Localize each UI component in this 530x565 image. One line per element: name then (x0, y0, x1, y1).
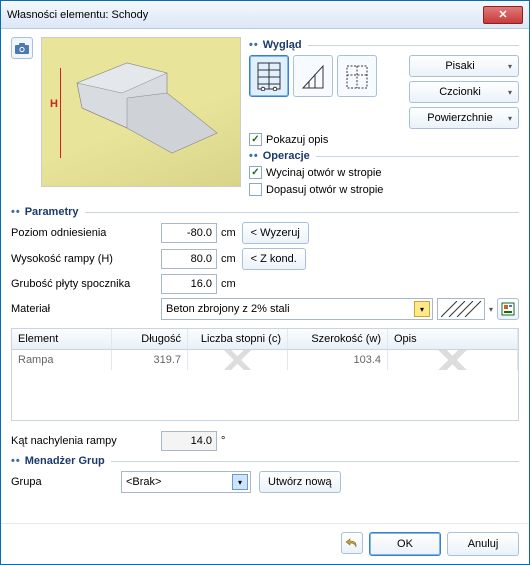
window-title: Własności elementu: Schody (7, 9, 483, 21)
fit-opening-checkbox[interactable] (249, 183, 262, 196)
view-mode-3[interactable] (337, 55, 377, 97)
slab-thk-input[interactable] (161, 274, 217, 294)
height-indicator (60, 68, 61, 158)
table-row[interactable]: Rampa 319.7 103.4 (12, 350, 518, 370)
ref-level-input[interactable] (161, 223, 217, 243)
group-select[interactable]: <Brak> ▾ (121, 471, 251, 493)
dialog-footer: OK Anuluj (1, 523, 529, 564)
ref-level-unit: cm (221, 227, 236, 239)
properties-icon (501, 302, 515, 316)
undo-icon (345, 537, 359, 549)
params-section-title: Parametry (25, 206, 79, 218)
material-select[interactable]: Beton zbrojony z 2% stali ▾ (161, 298, 433, 320)
view-mode-2[interactable] (293, 55, 333, 97)
table-header: Element Długość Liczba stopni (c) Szerok… (12, 329, 518, 350)
group-label: Grupa (11, 476, 121, 488)
angle-label: Kąt nachylenia rampy (11, 435, 161, 447)
groups-section-title: Menadżer Grup (25, 455, 105, 467)
slab-thk-label: Grubość płyty spocznika (11, 278, 161, 290)
cut-opening-checkbox[interactable] (249, 166, 262, 179)
dialog-window: Własności elementu: Schody ✕ H •• (0, 0, 530, 565)
camera-button[interactable] (11, 37, 33, 59)
cut-opening-label: Wycinaj otwór w stropie (266, 167, 381, 179)
material-props-button[interactable] (497, 298, 519, 320)
ops-section-title: Operacje (263, 150, 310, 162)
chevron-down-icon[interactable]: ▾ (414, 301, 430, 317)
show-desc-label: Pokazuj opis (266, 134, 328, 146)
surfaces-button[interactable]: Powierzchnie (409, 107, 519, 129)
angle-input (161, 431, 217, 451)
look-section-title: Wygląd (263, 39, 302, 51)
ramp-h-label: Wysokość rampy (H) (11, 253, 161, 265)
kond-button[interactable]: < Z kond. (242, 248, 306, 270)
ok-button[interactable]: OK (369, 532, 441, 556)
elements-table: Element Długość Liczba stopni (c) Szerok… (11, 328, 519, 421)
pens-button[interactable]: Pisaki (409, 55, 519, 77)
material-label: Materiał (11, 303, 161, 315)
zero-button[interactable]: < Wyzeruj (242, 222, 309, 244)
undo-button[interactable] (341, 532, 363, 554)
dialog-body: H •• Wygląd (1, 29, 529, 523)
height-label: H (50, 98, 58, 110)
view-mode-1[interactable] (249, 55, 289, 97)
fit-opening-label: Dopasuj otwór w stropie (266, 184, 383, 196)
slab-thk-unit: cm (221, 278, 236, 290)
angle-unit: ° (221, 435, 225, 447)
ramp-h-unit: cm (221, 253, 236, 265)
ramp-h-input[interactable] (161, 249, 217, 269)
group-value: <Brak> (126, 476, 161, 488)
hatch-preview[interactable] (437, 298, 485, 320)
material-value: Beton zbrojony z 2% stali (166, 303, 290, 315)
chevron-down-icon[interactable]: ▾ (232, 474, 248, 490)
create-group-button[interactable]: Utwórz nową (259, 471, 341, 493)
ramp-icon (72, 58, 222, 158)
close-button[interactable]: ✕ (483, 6, 523, 24)
titlebar: Własności elementu: Schody ✕ (1, 1, 529, 29)
camera-icon (15, 43, 29, 54)
chevron-down-icon[interactable]: ▾ (489, 305, 493, 314)
cancel-button[interactable]: Anuluj (447, 532, 519, 556)
ref-level-label: Poziom odniesienia (11, 227, 161, 239)
show-desc-checkbox[interactable] (249, 133, 262, 146)
preview-3d: H (41, 37, 241, 187)
fonts-button[interactable]: Czcionki (409, 81, 519, 103)
